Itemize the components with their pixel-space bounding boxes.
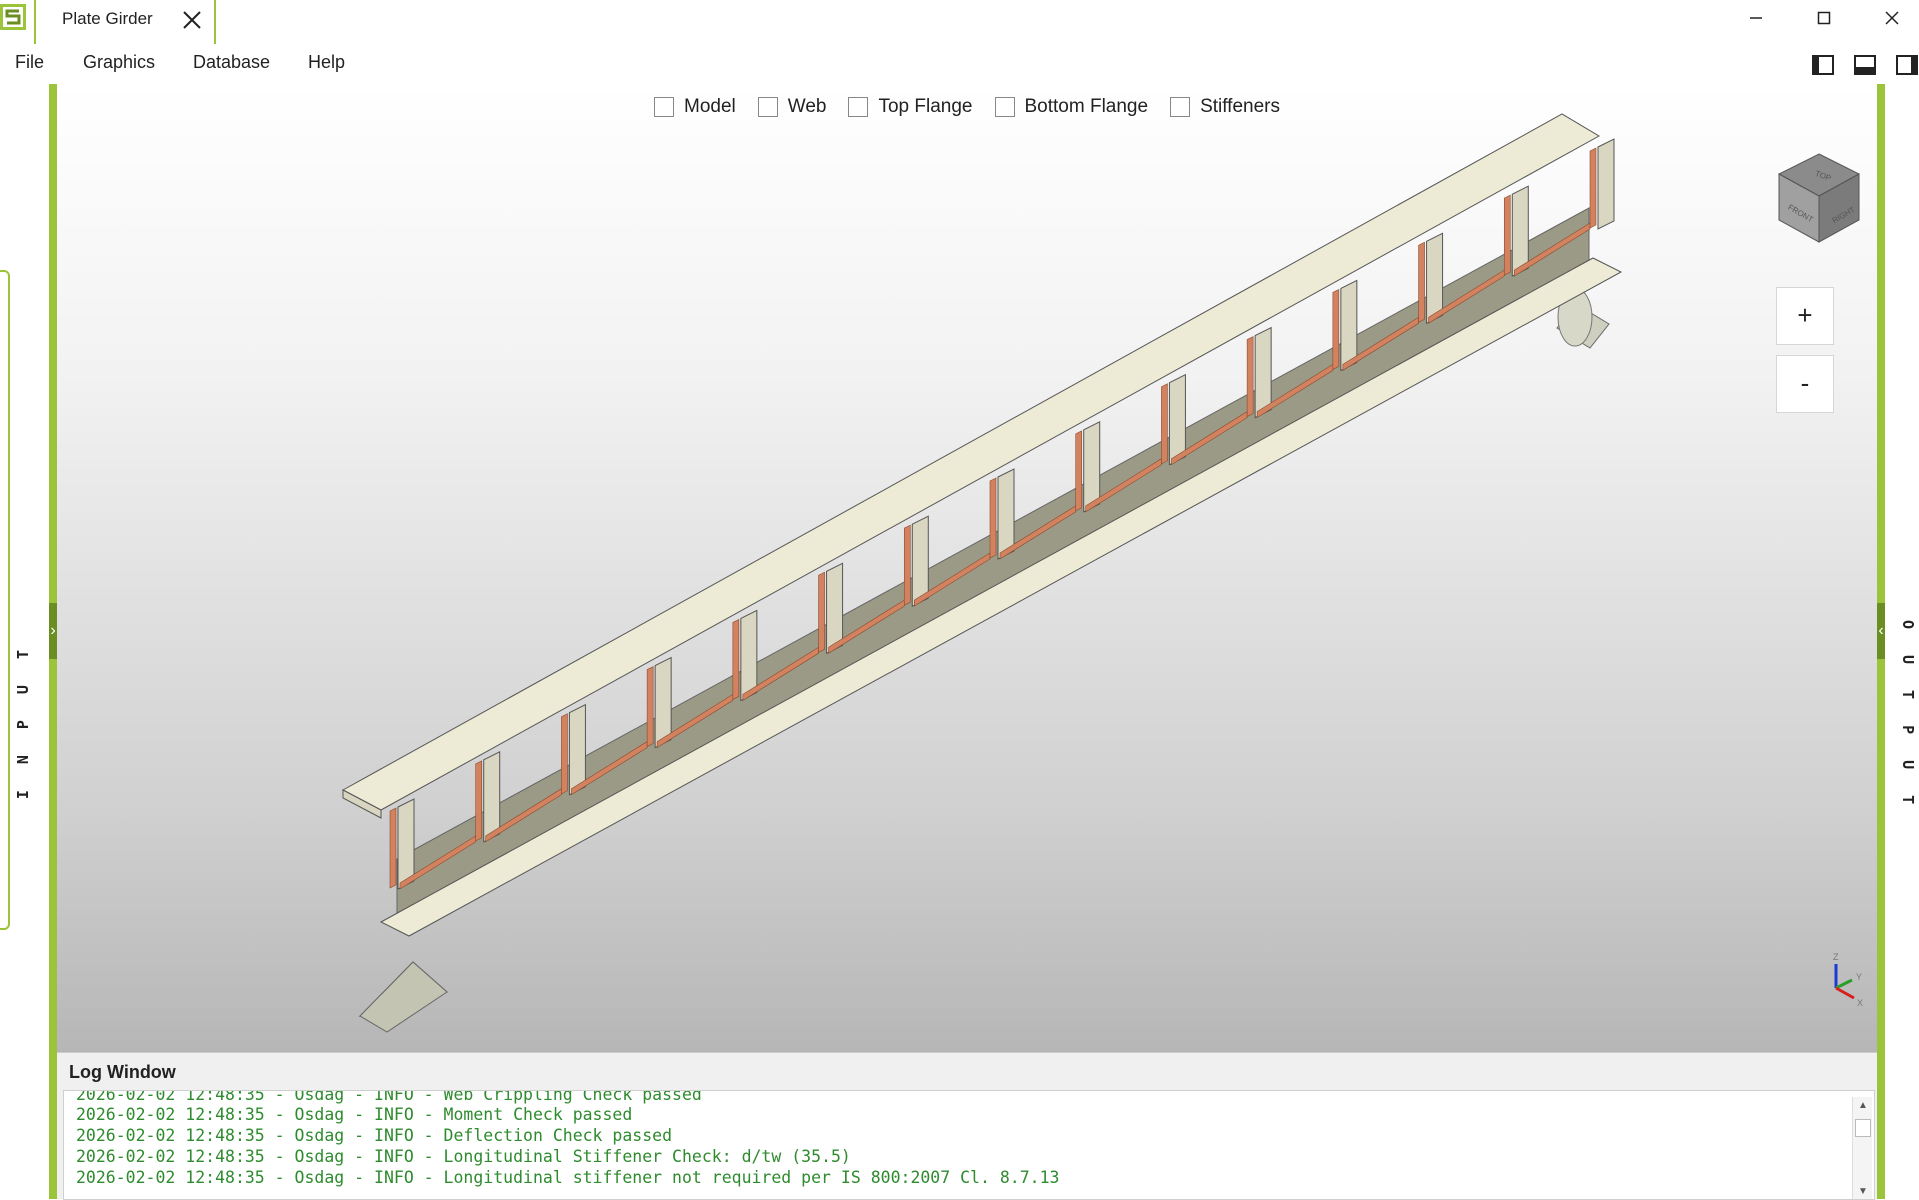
window-close-icon — [1885, 11, 1899, 25]
view-cube[interactable]: TOP FRONT RIGHT — [1775, 150, 1863, 246]
title-bar: Plate Girder — [0, 0, 1919, 44]
stiffener-weld — [1503, 194, 1511, 276]
top-flange-top — [341, 113, 1601, 811]
bottom-panel-icon[interactable] — [1853, 53, 1877, 77]
axis-z-label: Z — [1833, 952, 1839, 962]
plate-girder-model[interactable] — [57, 84, 1877, 1052]
input-expand-handle[interactable]: › — [49, 603, 57, 659]
output-panel-rail: ‹ OUTPUT — [1877, 84, 1919, 1199]
right-panel-icon[interactable] — [1895, 53, 1919, 77]
menu-graphics[interactable]: Graphics — [83, 52, 155, 73]
bottom-flange — [379, 257, 1623, 937]
maximize-icon — [1817, 11, 1831, 25]
menu-help[interactable]: Help — [308, 52, 345, 73]
stiffener-weld — [1075, 430, 1083, 512]
stiffener-weld — [561, 713, 568, 795]
app-logo-icon — [0, 4, 26, 30]
scroll-up-arrow-icon[interactable]: ▲ — [1853, 1097, 1873, 1115]
menu-bar: File Graphics Database Help — [0, 44, 1919, 84]
menu-database[interactable]: Database — [193, 52, 270, 73]
left-pin-support — [358, 961, 449, 1033]
axis-triad: Z Y X — [1833, 952, 1863, 1008]
maximize-button[interactable] — [1804, 4, 1844, 32]
minimize-button[interactable] — [1736, 4, 1776, 32]
stiffener-weld — [1246, 336, 1254, 418]
stiffener-weld — [1589, 147, 1597, 229]
log-window-title: Log Window — [69, 1062, 176, 1082]
stiffener-weld — [903, 524, 911, 606]
log-line: 2026-02-02 12:48:35 - Osdag - INFO - Lon… — [76, 1147, 851, 1166]
document-tab[interactable]: Plate Girder — [34, 0, 216, 44]
log-line: 2026-02-02 12:48:35 - Osdag - INFO - Lon… — [76, 1168, 1060, 1187]
stiffener-plate — [1597, 138, 1615, 230]
output-expand-handle[interactable]: ‹ — [1877, 603, 1885, 659]
zoom-in-button[interactable]: + — [1776, 287, 1834, 345]
stiffener-weld — [818, 571, 825, 653]
zoom-out-button[interactable]: - — [1776, 355, 1834, 413]
stiffener-front-group — [389, 138, 1615, 890]
tab-title: Plate Girder — [62, 9, 153, 28]
left-panel-icon[interactable] — [1811, 53, 1835, 77]
stiffener-weld — [1161, 383, 1168, 465]
log-line: 2026-02-02 12:48:35 - Osdag - INFO - Web… — [76, 1090, 702, 1104]
3d-viewport[interactable]: Model Web Top Flange Bottom Flange Stiff… — [57, 84, 1877, 1052]
axis-x-label: X — [1857, 998, 1863, 1008]
menu-file[interactable]: File — [15, 52, 44, 73]
log-line: 2026-02-02 12:48:35 - Osdag - INFO - Def… — [76, 1126, 673, 1145]
log-content[interactable]: 2026-02-02 12:48:35 - Osdag - INFO - Web… — [63, 1090, 1875, 1200]
scroll-down-arrow-icon[interactable]: ▼ — [1853, 1183, 1873, 1199]
close-icon[interactable] — [180, 8, 204, 32]
input-panel-outline — [0, 270, 10, 930]
axis-y-label: Y — [1856, 972, 1862, 982]
stiffener-weld — [1418, 241, 1425, 323]
window-close-button[interactable] — [1872, 4, 1912, 32]
output-panel-label[interactable]: OUTPUT — [1899, 620, 1917, 830]
stiffener-weld — [1332, 288, 1340, 370]
scroll-thumb[interactable] — [1855, 1119, 1871, 1137]
input-panel-label[interactable]: INPUT — [14, 624, 32, 799]
input-panel-rail: INPUT › — [0, 84, 57, 1199]
log-scrollbar[interactable]: ▲ ▼ — [1852, 1097, 1873, 1199]
stiffener-weld — [475, 760, 483, 842]
stiffener-weld — [989, 477, 997, 559]
log-line: 2026-02-02 12:48:35 - Osdag - INFO - Mom… — [76, 1105, 633, 1124]
stiffener-weld — [646, 666, 654, 748]
minimize-icon — [1750, 17, 1762, 19]
log-window: Log Window 2026-02-02 12:48:35 - Osdag -… — [57, 1052, 1877, 1200]
stiffener-weld — [389, 807, 397, 889]
stiffener-weld — [732, 618, 740, 700]
